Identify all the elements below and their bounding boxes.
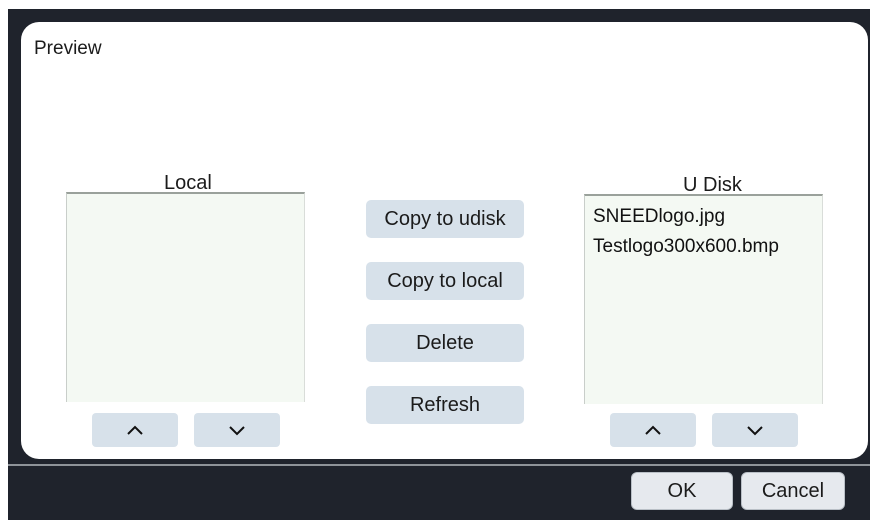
list-item[interactable]: SNEEDlogo.jpg [585, 202, 822, 232]
udisk-file-list[interactable]: SNEEDlogo.jpg Testlogo300x600.bmp [584, 194, 823, 404]
udisk-scroll-up-button[interactable] [610, 413, 696, 447]
local-scroll-up-button[interactable] [92, 413, 178, 447]
ok-button[interactable]: OK [631, 472, 733, 510]
list-item[interactable]: Testlogo300x600.bmp [585, 232, 822, 262]
file-transfer-dialog: Preview Local Copy to udisk Copy to loca… [8, 9, 870, 520]
delete-button[interactable]: Delete [366, 324, 524, 362]
chevron-up-icon [127, 425, 143, 435]
preview-label: Preview [34, 38, 102, 59]
copy-to-udisk-button[interactable]: Copy to udisk [366, 200, 524, 238]
cancel-button[interactable]: Cancel [741, 472, 845, 510]
top-strip [0, 0, 870, 9]
footer-divider [8, 464, 870, 466]
local-scroll-down-button[interactable] [194, 413, 280, 447]
chevron-up-icon [645, 425, 661, 435]
content-panel: Preview Local Copy to udisk Copy to loca… [21, 22, 868, 459]
copy-to-local-button[interactable]: Copy to local [366, 262, 524, 300]
udisk-scroll-down-button[interactable] [712, 413, 798, 447]
refresh-button[interactable]: Refresh [366, 386, 524, 424]
chevron-down-icon [747, 426, 763, 436]
chevron-down-icon [229, 426, 245, 436]
local-file-list[interactable] [66, 192, 305, 402]
